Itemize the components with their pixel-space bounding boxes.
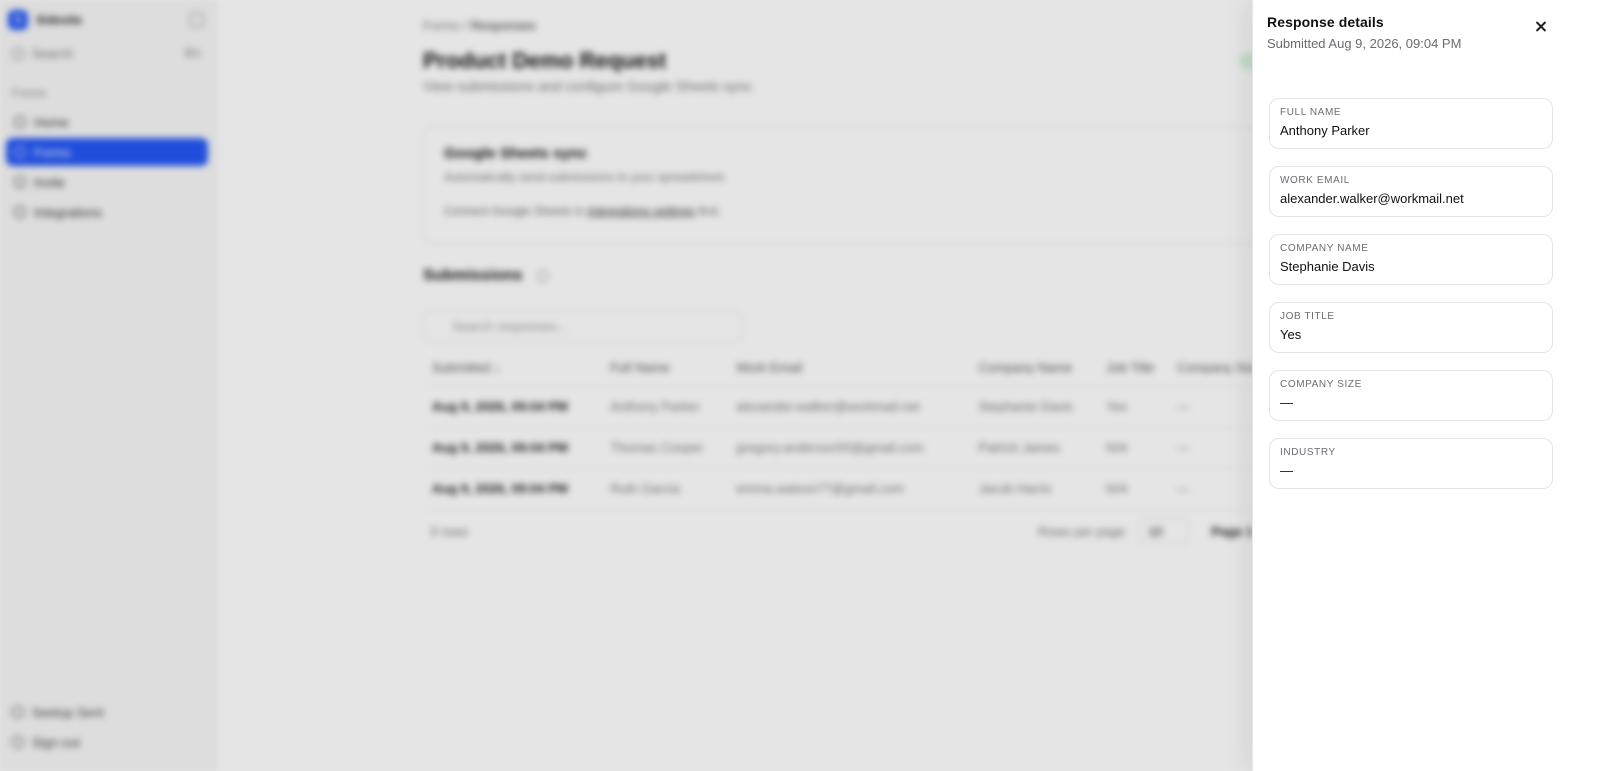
- field-value: alexander.walker@workmail.net: [1280, 191, 1464, 206]
- field-value: —: [1280, 395, 1293, 410]
- field-value: Stephanie Davis: [1280, 259, 1375, 274]
- field-job-title: JOB TITLE Yes: [1269, 302, 1553, 353]
- field-company-name: COMPANY NAME Stephanie Davis: [1269, 234, 1553, 285]
- drawer-title: Response details: [1267, 14, 1384, 30]
- field-label: COMPANY SIZE: [1280, 379, 1362, 390]
- field-company-size: COMPANY SIZE —: [1269, 370, 1553, 421]
- response-details-drawer: Response details Submitted Aug 9, 2026, …: [1252, 0, 1600, 771]
- close-icon[interactable]: [1533, 19, 1549, 35]
- field-value: Yes: [1280, 327, 1302, 342]
- field-label: FULL NAME: [1280, 107, 1342, 118]
- modal-overlay[interactable]: [0, 0, 1252, 771]
- field-full-name: FULL NAME Anthony Parker: [1269, 98, 1553, 149]
- field-industry: INDUSTRY —: [1269, 438, 1553, 489]
- field-label: JOB TITLE: [1280, 311, 1335, 322]
- field-value: —: [1280, 463, 1293, 478]
- field-work-email: WORK EMAIL alexander.walker@workmail.net: [1269, 166, 1553, 217]
- field-label: COMPANY NAME: [1280, 243, 1369, 254]
- field-label: INDUSTRY: [1280, 447, 1336, 458]
- field-value: Anthony Parker: [1280, 123, 1370, 138]
- submitted-timestamp: Submitted Aug 9, 2026, 09:04 PM: [1267, 36, 1462, 51]
- field-label: WORK EMAIL: [1280, 175, 1350, 186]
- response-fields: FULL NAME Anthony Parker WORK EMAIL alex…: [1269, 98, 1553, 506]
